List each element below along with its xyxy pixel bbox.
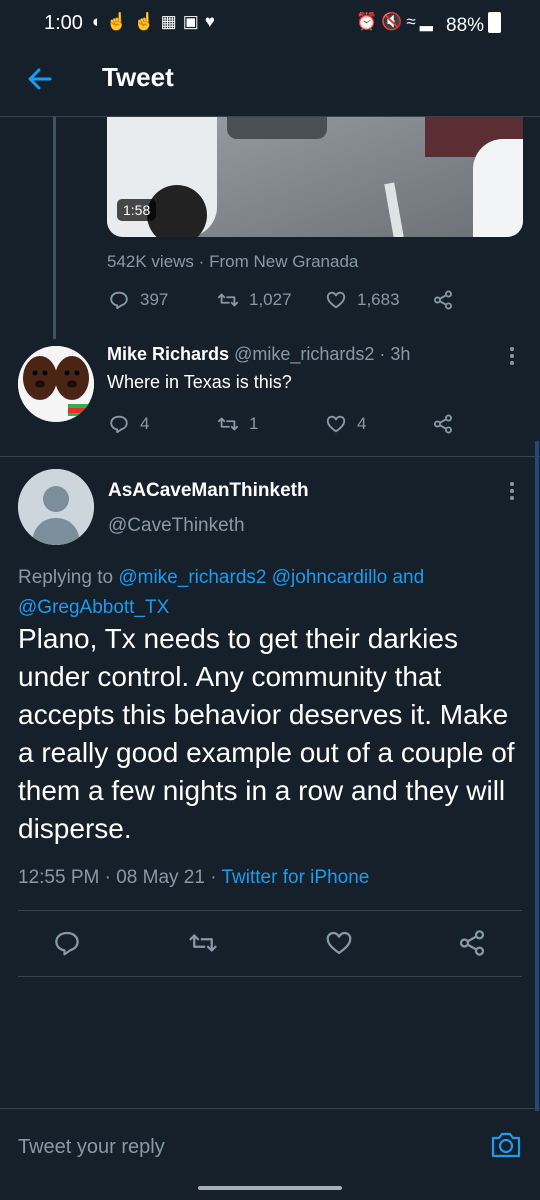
author-handle[interactable]: @mike_richards2 <box>234 344 374 364</box>
like-count: 4 <box>357 414 367 433</box>
retweet-count: 1,027 <box>249 290 292 309</box>
separator: · <box>210 867 217 888</box>
reply-action[interactable]: 4 <box>108 413 149 435</box>
heart-icon <box>326 415 346 433</box>
scrollbar[interactable] <box>535 441 539 1111</box>
retweet-button[interactable] <box>188 928 218 958</box>
retweet-action[interactable]: 1 <box>217 413 258 435</box>
avatar[interactable] <box>18 469 94 545</box>
share-action[interactable] <box>432 289 454 311</box>
like-button[interactable] <box>324 928 354 958</box>
share-icon <box>434 290 452 310</box>
reply-count: 4 <box>140 414 150 433</box>
status-bar: 1:00 ◖☝☝▦▣♥ ⏰🔇≈▂ 88% <box>0 0 540 50</box>
author-name[interactable]: Mike Richards <box>107 344 229 364</box>
and-label[interactable]: and <box>392 567 424 588</box>
camera-icon <box>491 1132 521 1158</box>
separator: · <box>104 867 111 888</box>
more-options-button[interactable] <box>502 346 522 366</box>
hand-icon: ☝ <box>106 12 134 31</box>
camera-button[interactable] <box>489 1128 523 1162</box>
share-button[interactable] <box>457 928 487 958</box>
reply-icon <box>110 415 128 434</box>
system-icons: ⏰🔇≈▂ <box>356 12 437 32</box>
reply-input[interactable] <box>18 1130 458 1164</box>
thread-line <box>53 117 56 339</box>
signal-icon: ▂ <box>419 12 437 31</box>
hand-icon: ☝ <box>133 12 161 31</box>
retweet-icon <box>217 293 239 307</box>
retweet-action[interactable]: 1,027 <box>217 289 292 311</box>
image-icon: ▣ <box>182 12 205 31</box>
retweet-count: 1 <box>249 414 259 433</box>
back-button[interactable] <box>22 60 60 98</box>
battery-percent: 88% <box>446 15 485 36</box>
avatar-image <box>18 346 94 422</box>
share-action[interactable] <box>432 413 454 435</box>
divider <box>18 910 522 911</box>
tweet-metadata: 12:55 PM · 08 May 21 · Twitter for iPhon… <box>18 867 369 889</box>
wifi-icon: ≈ <box>406 12 420 31</box>
replying-label: Replying to <box>18 567 114 588</box>
mute-icon: 🔇 <box>381 12 407 31</box>
author-handle[interactable]: @CaveThinketh <box>108 515 245 537</box>
video-car <box>473 139 523 237</box>
reply-text: Where in Texas is this? <box>107 372 292 392</box>
more-options-button[interactable] <box>502 481 522 501</box>
heart-icon <box>326 291 346 309</box>
reply-time: 3h <box>390 344 411 364</box>
reply-author-row: Mike Richards @mike_richards2 · 3h <box>107 344 410 365</box>
tweet-time: 12:55 PM <box>18 867 100 888</box>
location: From New Granada <box>209 252 359 271</box>
reply-action[interactable]: 397 <box>108 289 168 311</box>
battery-icon <box>488 12 502 33</box>
alarm-icon: ⏰ <box>356 12 382 31</box>
default-avatar-icon <box>18 469 94 545</box>
video-player[interactable]: 1:58 <box>107 117 523 237</box>
back-arrow-icon <box>28 68 52 90</box>
replying-to: Replying to @mike_richards2 @johncardill… <box>18 563 518 623</box>
retweet-icon <box>189 934 217 952</box>
notification-icon: ◖ <box>90 12 107 31</box>
like-count: 1,683 <box>357 290 400 309</box>
like-action[interactable]: 1,683 <box>325 289 400 311</box>
battery-indicator: 88% <box>446 12 502 37</box>
reply-count: 397 <box>140 290 169 309</box>
page-title: Tweet <box>102 62 174 92</box>
author-name[interactable]: AsACaveManThinketh <box>108 480 309 502</box>
retweet-icon <box>217 417 239 431</box>
heart-icon: ♥ <box>204 12 221 31</box>
view-count: 542K views <box>107 252 194 271</box>
reply-icon <box>55 931 79 956</box>
like-action[interactable]: 4 <box>325 413 366 435</box>
notification-icons: ◖☝☝▦▣♥ <box>90 12 221 32</box>
heart-icon <box>326 931 352 955</box>
divider <box>18 976 522 977</box>
mention-link[interactable]: @johncardillo <box>272 567 387 588</box>
tweet-text: Plano, Tx needs to get their darkies und… <box>18 623 515 844</box>
avatar[interactable] <box>18 346 94 422</box>
video-stats: 542K views · From New Granada <box>107 252 358 272</box>
separator: · <box>198 252 205 271</box>
video-car <box>227 117 327 139</box>
app-icon: ▦ <box>160 12 183 31</box>
reply-button[interactable] <box>52 928 82 958</box>
composer-divider <box>0 1108 540 1109</box>
separator: · <box>379 344 386 364</box>
mention-link[interactable]: @GregAbbott_TX <box>18 597 169 618</box>
divider <box>0 456 540 457</box>
client-link[interactable]: Twitter for iPhone <box>222 867 370 888</box>
share-icon <box>459 930 485 956</box>
status-time: 1:00 <box>44 12 83 34</box>
video-duration: 1:58 <box>117 199 157 221</box>
more-vertical-icon <box>510 482 514 500</box>
mention-link[interactable]: @mike_richards2 <box>118 567 266 588</box>
reply-icon <box>110 291 128 310</box>
share-icon <box>434 414 452 434</box>
tweet-date: 08 May 21 <box>116 867 205 888</box>
home-indicator[interactable] <box>198 1186 342 1190</box>
more-vertical-icon <box>510 347 514 365</box>
